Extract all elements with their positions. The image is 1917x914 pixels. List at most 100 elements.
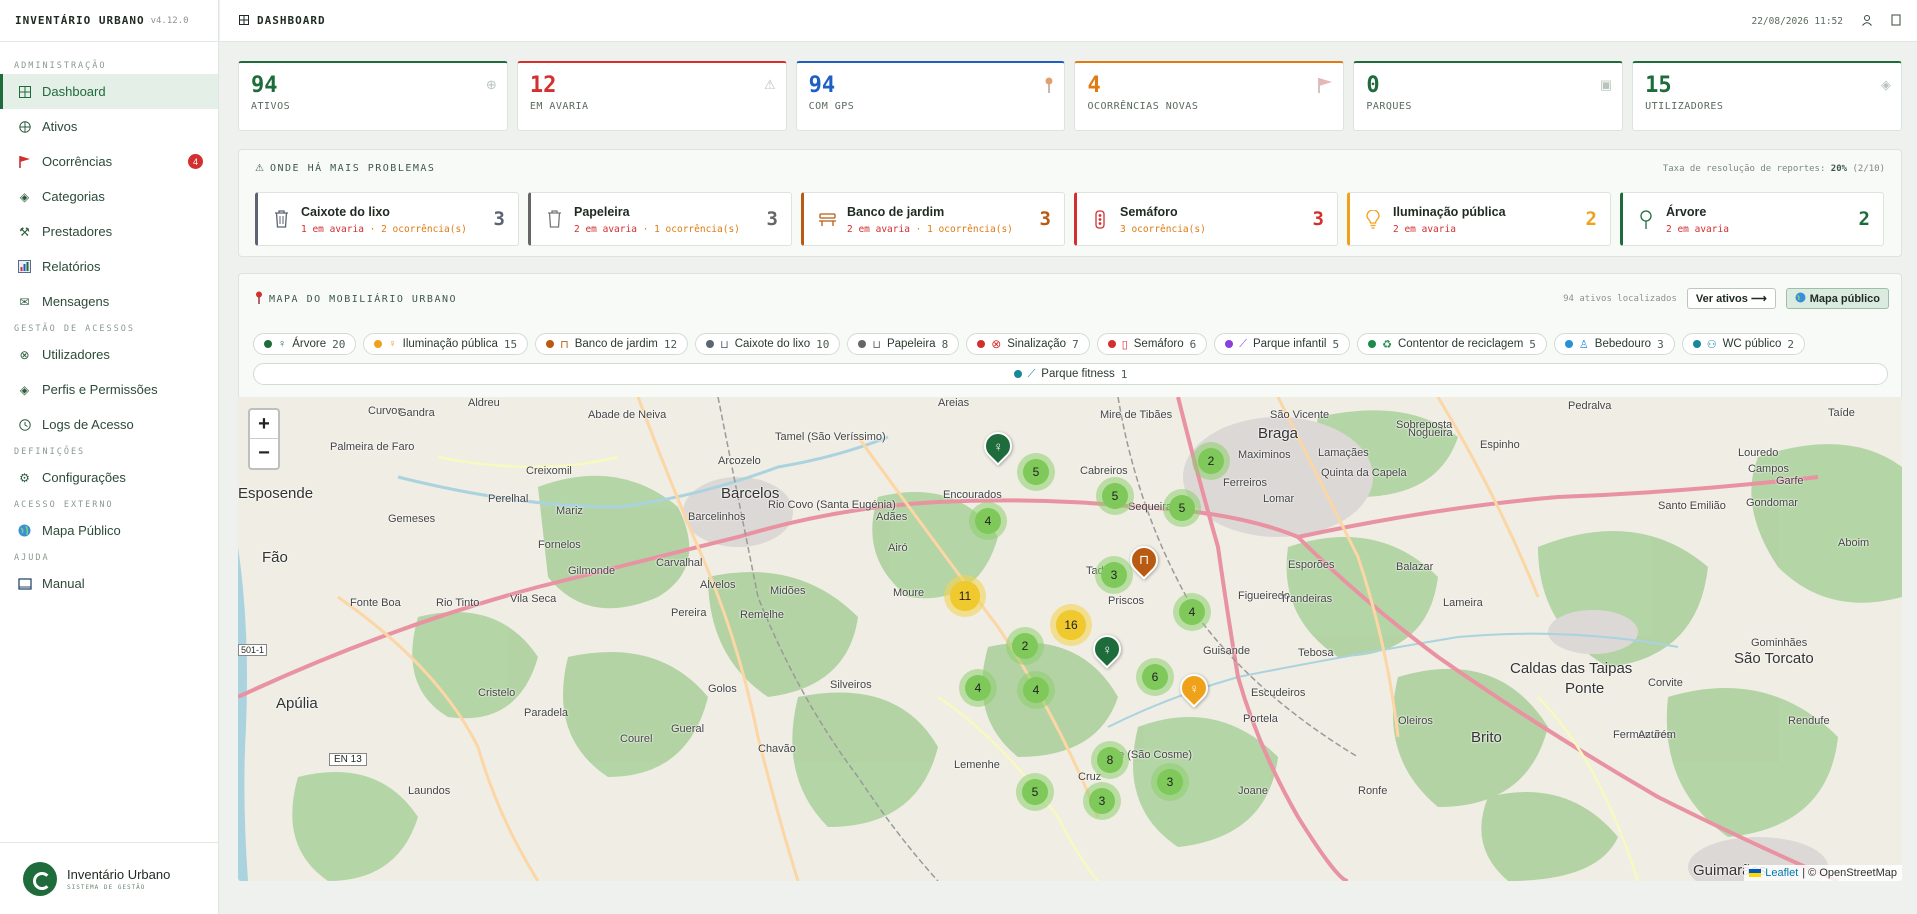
color-dot — [977, 340, 986, 348]
bin-icon — [545, 209, 563, 229]
map-view[interactable]: Barcelos Braga Fão Apúlia Barcelinhos Guimarã… — [238, 397, 1902, 881]
map-place-label: Ronfe — [1358, 785, 1388, 797]
stat-label: EM AVARIA — [529, 101, 589, 112]
top-bar: DASHBOARD 22/08/2026 11:52 — [220, 0, 1917, 42]
problem-card-iluminacao[interactable]: Iluminação pública 2 em avaria 2 — [1347, 192, 1611, 246]
map-cluster[interactable]: 16 — [1050, 604, 1092, 646]
chip-label: Árvore — [292, 338, 327, 350]
map-place-label: Arcozelo — [718, 455, 761, 467]
problems-title: ONDE HÁ MAIS PROBLEMAS — [269, 163, 436, 174]
map-title: MAPA DO MOBILIÁRIO URBANO — [269, 293, 458, 305]
map-cluster[interactable]: 4 — [1173, 593, 1211, 631]
map-cluster[interactable]: 3 — [1151, 763, 1189, 801]
chip-label: Bebedouro — [1594, 338, 1652, 350]
logout-icon[interactable] — [1891, 14, 1901, 29]
map-cluster[interactable]: 5 — [1017, 453, 1055, 491]
traffic-light-icon: ▯ — [1121, 338, 1128, 351]
stat-card-em-avaria[interactable]: 12 EM AVARIA ⚠ — [516, 61, 787, 131]
bin-icon: ⊔ — [872, 338, 881, 351]
map-place-label: Azurém — [1638, 729, 1676, 741]
problem-card-banco[interactable]: Banco de jardim 2 em avaria · 1 ocorrênc… — [801, 192, 1065, 246]
map-cluster[interactable]: 2 — [1006, 627, 1044, 665]
stat-card-parques[interactable]: 0 PARQUES ▣ — [1353, 61, 1624, 131]
sidebar-item-categorias[interactable]: ◈ Categorias — [0, 179, 218, 214]
filter-chip-caixote[interactable]: ⊔ Caixote do lixo 10 — [695, 333, 841, 355]
filter-chip-sinalizacao[interactable]: ⊗ Sinalização 7 — [966, 333, 1090, 355]
user-icon[interactable] — [1861, 14, 1873, 29]
chip-label: WC público — [1722, 338, 1782, 350]
problem-detail-ocorrencias: · 1 ocorrência(s) — [915, 224, 1013, 235]
filter-chip-fitness[interactable]: ⟋ Parque fitness 1 — [253, 363, 1888, 385]
zoom-in-button[interactable]: + — [250, 410, 278, 439]
map-place-label: Sobreposta — [1396, 419, 1453, 431]
stat-card-utilizadores[interactable]: 15 UTILIZADORES ◈ — [1632, 61, 1902, 131]
sidebar-item-manual[interactable]: Manual — [0, 566, 218, 601]
map-cluster[interactable]: 5 — [1016, 773, 1054, 811]
chip-label: Parque fitness — [1041, 368, 1115, 380]
map-place-label: Cristelo — [478, 687, 516, 699]
problem-card-papeleira[interactable]: Papeleira 2 em avaria · 1 ocorrência(s) … — [528, 192, 792, 246]
sidebar-item-label: Utilizadores — [42, 347, 110, 362]
datetime: 22/08/2026 11:52 — [1751, 15, 1843, 27]
stat-card-ocorrencias-novas[interactable]: 4 OCORRÊNCIAS NOVAS — [1074, 61, 1345, 131]
problem-card-arvore[interactable]: Árvore 2 em avaria 2 — [1620, 192, 1884, 246]
sidebar-item-utilizadores[interactable]: ⊗ Utilizadores — [0, 337, 218, 372]
map-cluster[interactable]: 4 — [969, 502, 1007, 540]
map-cluster[interactable]: 6 — [1136, 658, 1174, 696]
map-place-label: Gominhães — [1751, 637, 1808, 649]
stat-value: 94 — [808, 73, 836, 98]
sidebar-item-ocorrencias[interactable]: Ocorrências 4 — [0, 144, 218, 179]
sidebar-item-label: Ativos — [42, 119, 78, 134]
filter-chip-iluminacao[interactable]: ♀ Iluminação pública 15 — [363, 333, 529, 355]
filter-chip-wc[interactable]: ⚇ WC público 2 — [1681, 333, 1805, 355]
map-place-label: Barcelinhos — [688, 511, 746, 523]
problem-card-semaforo[interactable]: Semáforo 3 ocorrência(s) 3 — [1074, 192, 1338, 246]
zoom-out-button[interactable]: − — [250, 439, 278, 468]
map-place-label: Corvite — [1648, 677, 1683, 689]
sidebar-item-mapa-publico[interactable]: Mapa Público — [0, 513, 218, 548]
leaflet-link[interactable]: Leaflet — [1765, 867, 1798, 879]
sidebar-item-perfis[interactable]: ◈ Perfis e Permissões — [0, 372, 218, 407]
filter-chip-reciclagem[interactable]: ♻ Contentor de reciclagem 5 — [1357, 333, 1547, 355]
filter-chip-banco[interactable]: ⊓ Banco de jardim 12 — [535, 333, 689, 355]
filter-chip-bebedouro[interactable]: ♙ Bebedouro 3 — [1553, 333, 1675, 355]
map-cluster[interactable]: 4 — [1017, 671, 1055, 709]
sidebar-item-relatorios[interactable]: Relatórios — [0, 249, 218, 284]
view-assets-button[interactable]: Ver ativos ⟶ — [1686, 288, 1776, 309]
sidebar-item-mensagens[interactable]: ✉ Mensagens — [0, 284, 218, 319]
map-place-label: Braga — [1258, 425, 1299, 442]
map-place-label: Fão — [262, 549, 288, 566]
filter-chip-papeleira[interactable]: ⊔ Papeleira 8 — [847, 333, 960, 355]
map-cluster[interactable]: 3 — [1083, 782, 1121, 820]
cluster-count: 4 — [1022, 676, 1050, 704]
map-place-label: Santo Emilião — [1658, 500, 1726, 512]
problem-card-caixote[interactable]: Caixote do lixo 1 em avaria · 2 ocorrênc… — [255, 192, 519, 246]
map-cluster[interactable]: 8 — [1091, 741, 1129, 779]
sidebar-item-ativos[interactable]: Ativos — [0, 109, 218, 144]
map-place-label: Pedralva — [1568, 400, 1612, 412]
map-cluster[interactable]: 2 — [1192, 442, 1230, 480]
sidebar-item-logs[interactable]: Logs de Acesso — [0, 407, 218, 442]
sidebar-item-configuracoes[interactable]: ⚙ Configurações — [0, 460, 218, 495]
public-map-button[interactable]: Mapa público — [1785, 288, 1889, 309]
map-cluster[interactable]: 3 — [1095, 556, 1133, 594]
stat-card-ativos[interactable]: 94 ATIVOS ⊕ — [238, 61, 508, 131]
map-cluster[interactable]: 5 — [1163, 489, 1201, 527]
flag-icon — [1317, 77, 1333, 96]
filter-chip-arvore[interactable]: ♀ Árvore 20 — [253, 333, 357, 355]
chip-count: 1 — [1120, 367, 1128, 381]
nav-section-help: AJUDA — [14, 553, 50, 563]
sidebar-item-prestadores[interactable]: ⚒ Prestadores — [0, 214, 218, 249]
lightbulb-icon: ♀ — [388, 338, 397, 350]
filter-chip-parque-infantil[interactable]: ⟋ Parque infantil 5 — [1214, 333, 1351, 355]
stat-value: 94 — [251, 73, 278, 98]
map-cluster[interactable]: 4 — [959, 669, 997, 707]
map-cluster[interactable]: 5 — [1096, 477, 1134, 515]
chip-count: 10 — [816, 337, 830, 351]
map-place-label: Encourados — [943, 489, 1002, 501]
filter-chip-semaforo[interactable]: ▯ Semáforo 6 — [1096, 333, 1208, 355]
chip-count: 15 — [503, 337, 518, 351]
map-cluster[interactable]: 11 — [944, 575, 986, 617]
sidebar-item-dashboard[interactable]: Dashboard — [0, 74, 218, 109]
stat-card-com-gps[interactable]: 94 COM GPS — [795, 61, 1066, 131]
